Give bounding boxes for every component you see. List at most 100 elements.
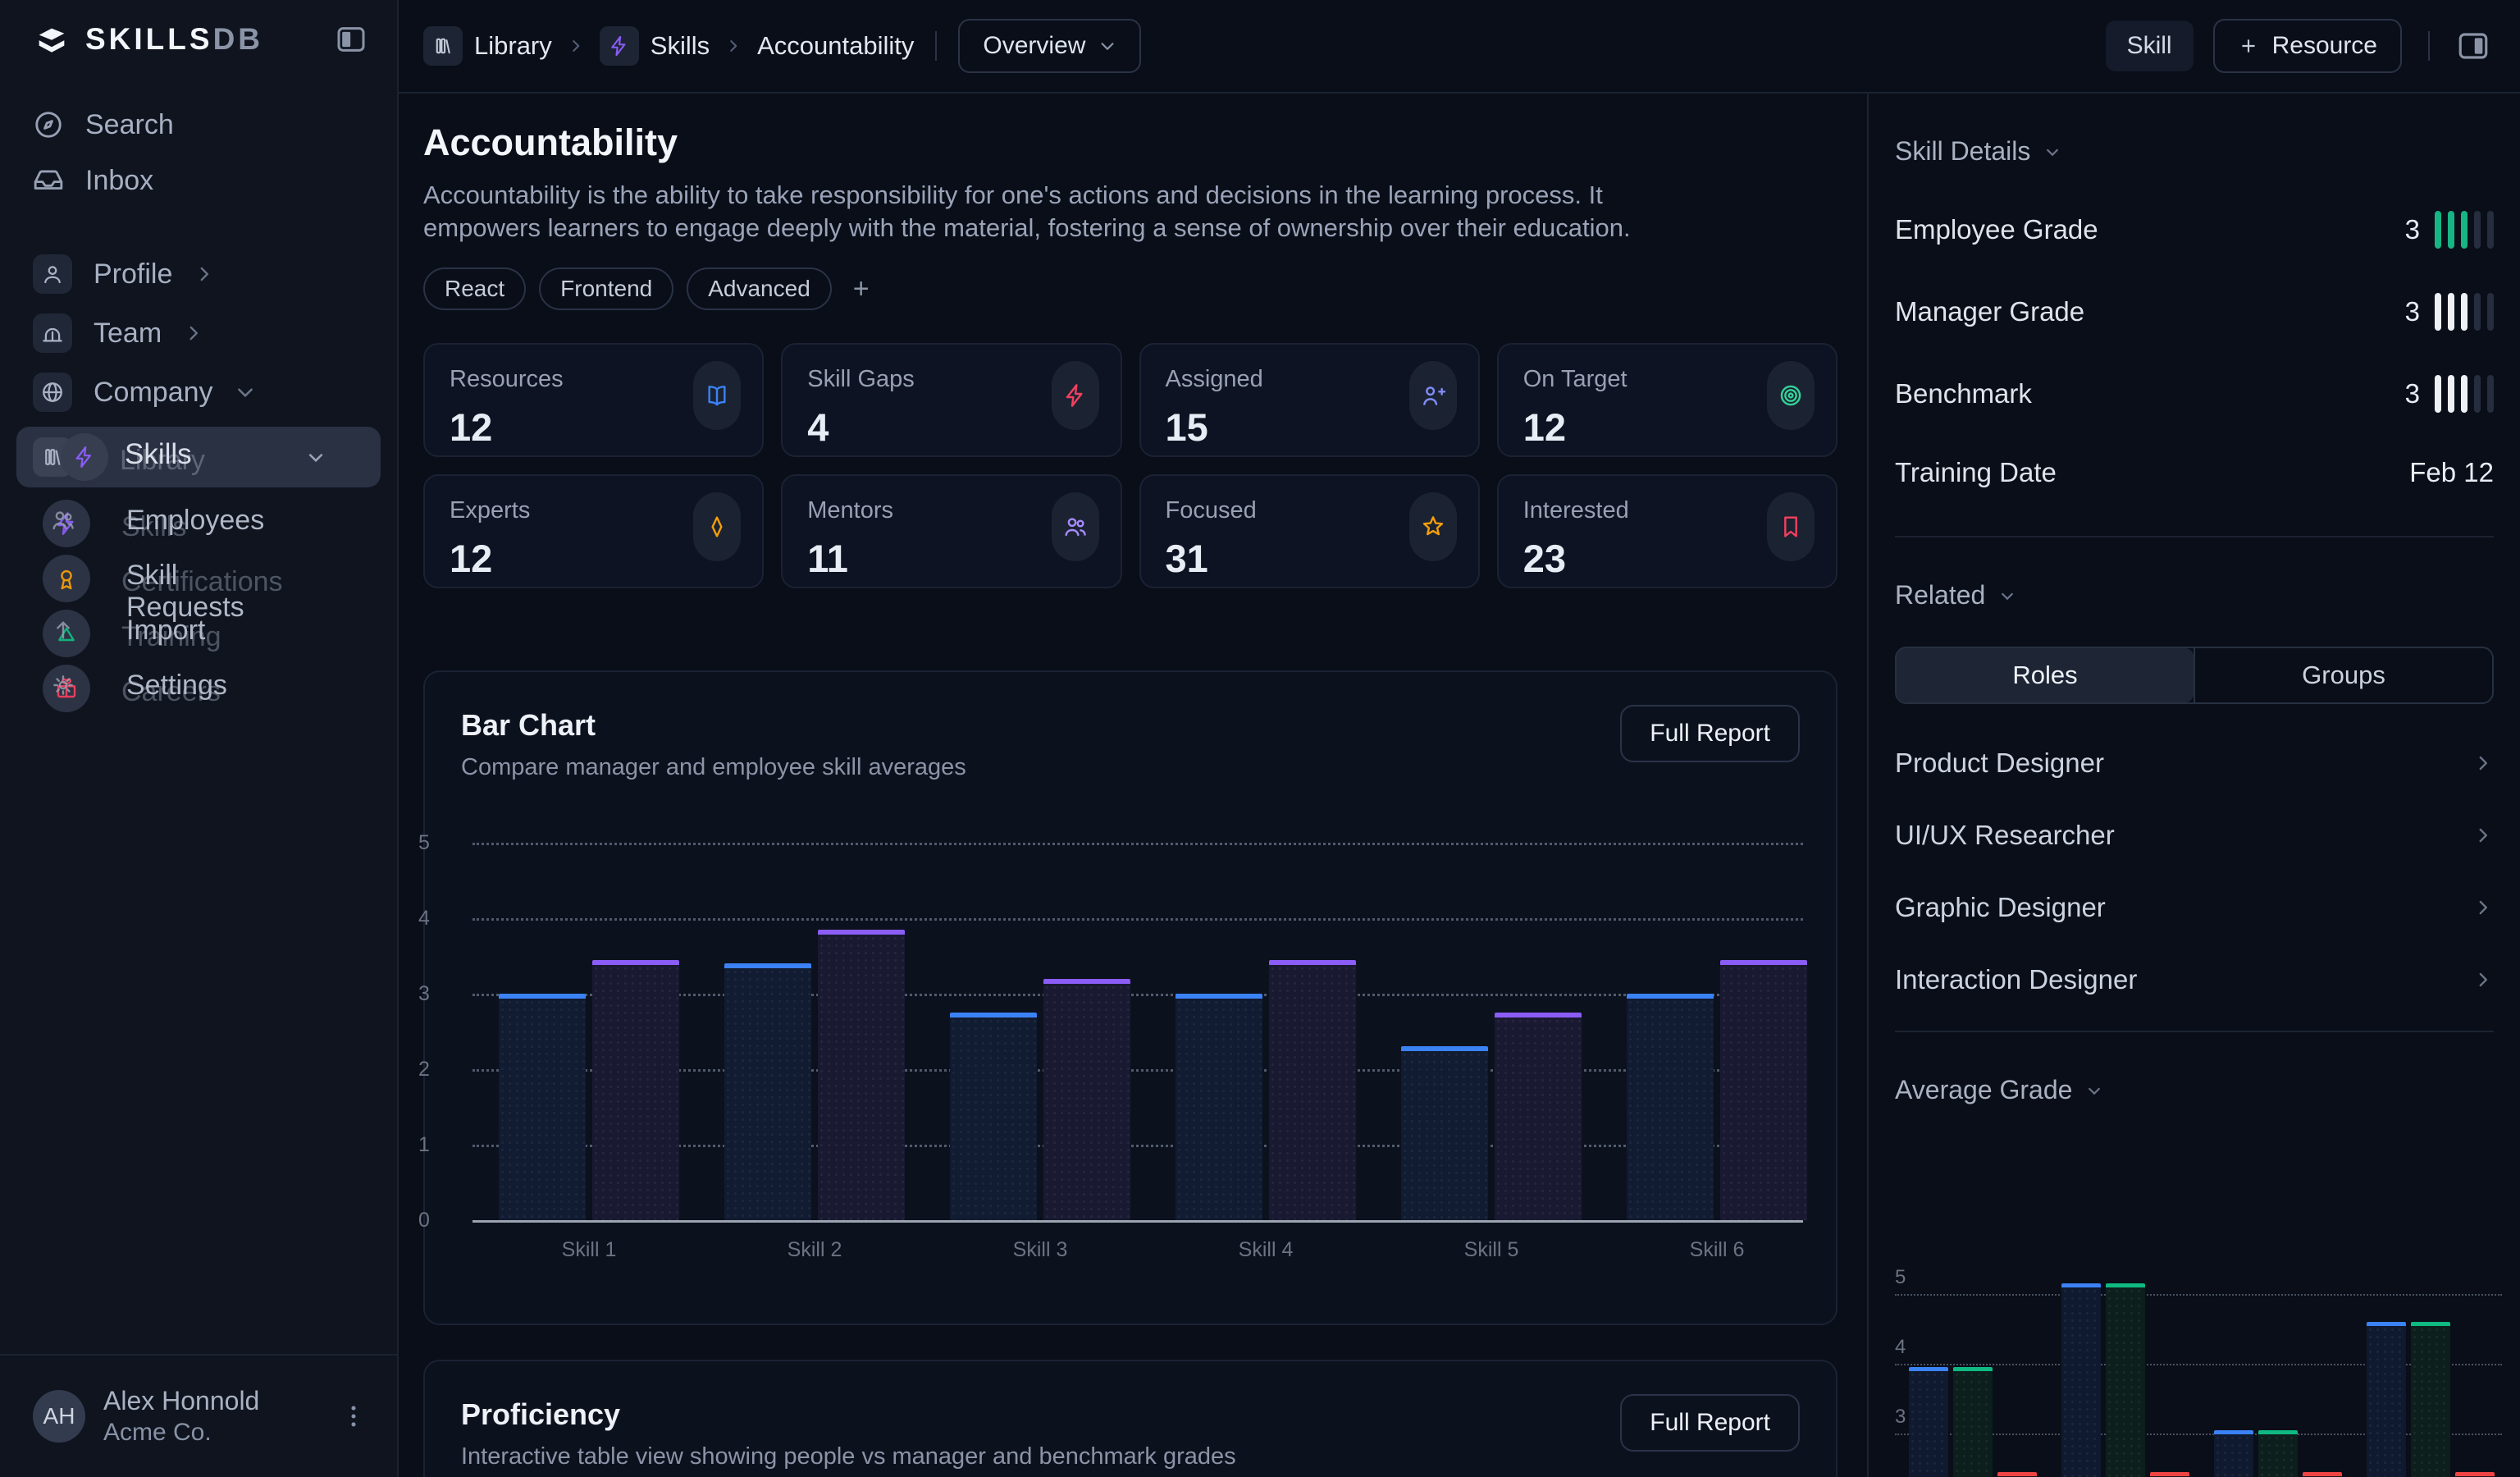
bar-manager	[592, 960, 679, 1220]
bar-manager	[1043, 979, 1130, 1220]
sidebar-item-team[interactable]: Team	[0, 304, 397, 363]
average-grade-chart: 12345	[1895, 1152, 2502, 1477]
grade-meter	[2435, 375, 2494, 413]
x-axis-label: Skill 1	[499, 1238, 679, 1262]
bar-employee	[1176, 994, 1262, 1220]
bar-chart-card: Bar Chart Compare manager and employee s…	[423, 670, 1838, 1325]
divider	[2428, 31, 2430, 61]
bar-employee	[1401, 1046, 1488, 1220]
y-axis-label: 0	[418, 1209, 456, 1232]
gridline	[472, 843, 1803, 845]
average-grade-header[interactable]: Average Grade	[1895, 1032, 2494, 1105]
sidebar-collapse-icon[interactable]	[335, 23, 368, 56]
grade-meter	[2435, 211, 2494, 249]
skill-details-header[interactable]: Skill Details	[1895, 94, 2494, 167]
stat-card-resources: Resources12	[423, 343, 764, 457]
x-axis-line	[472, 1220, 1803, 1223]
arch-icon	[33, 313, 72, 353]
breadcrumb-item-skills[interactable]: Skills	[600, 26, 710, 66]
user-name: Alex Honnold	[103, 1384, 259, 1417]
role-item-ui-ux-researcher[interactable]: UI/UX Researcher	[1895, 799, 2494, 871]
sidebar-item-employees[interactable]: SkillsEmployees	[0, 496, 397, 551]
bar-employee	[950, 1013, 1037, 1220]
add-resource-button[interactable]: Resource	[2213, 19, 2402, 73]
bar-green	[2106, 1283, 2145, 1477]
tab-groups[interactable]: Groups	[2194, 648, 2492, 702]
users-icon	[1052, 492, 1099, 561]
sidebar: SKILLSDB SearchInbox ProfileTeamCompany …	[0, 0, 399, 1477]
right-panel-toggle-icon[interactable]	[2456, 29, 2490, 63]
detail-label: Manager Grade	[1895, 296, 2084, 327]
topbar-actions: Skill Resource	[2106, 19, 2490, 73]
stat-card-focused: Focused31	[1139, 474, 1480, 588]
bar-employee	[724, 963, 811, 1220]
right-panel: Skill Details Employee Grade3Manager Gra…	[1867, 94, 2520, 1477]
brand-logo-icon	[33, 21, 71, 58]
sidebar-item-import[interactable]: TrainingImport	[0, 606, 397, 661]
y-axis-label: 4	[1895, 1336, 1906, 1359]
x-axis-label: Skill 5	[1401, 1238, 1582, 1262]
books-icon	[423, 26, 463, 66]
full-report-button[interactable]: Full Report	[1620, 1394, 1800, 1452]
sidebar-item-skill-requests[interactable]: CertificationsSkill Requests	[0, 551, 397, 606]
view-dropdown[interactable]: Overview	[958, 19, 1141, 73]
role-item-product-designer[interactable]: Product Designer	[1895, 727, 2494, 799]
sidebar-item-profile[interactable]: Profile	[0, 245, 397, 304]
sidebar-label-new: Settings	[126, 670, 227, 702]
related-tabs: RolesGroups	[1895, 647, 2494, 704]
chevron-right-icon	[567, 37, 585, 55]
detail-value: Feb 12	[2409, 457, 2494, 488]
y-axis-label: 5	[418, 831, 456, 855]
role-label: Product Designer	[1895, 748, 2104, 779]
sidebar-item-inbox[interactable]: Inbox	[0, 153, 397, 208]
view-dropdown-label: Overview	[983, 32, 1085, 60]
stat-card-skill-gaps: Skill Gaps4	[781, 343, 1121, 457]
bar-manager	[1269, 960, 1356, 1220]
related-header[interactable]: Related	[1895, 537, 2494, 610]
tag-advanced[interactable]: Advanced	[687, 268, 832, 310]
bar-employee	[1627, 994, 1714, 1220]
tab-roles[interactable]: Roles	[1897, 648, 2194, 702]
users-icon	[50, 507, 76, 533]
related-title: Related	[1895, 580, 1985, 610]
detail-label: Training Date	[1895, 457, 2057, 488]
breadcrumb-item-library[interactable]: Library	[423, 26, 552, 66]
sidebar-selected-labels: Library Skills	[120, 438, 300, 476]
role-item-interaction-designer[interactable]: Interaction Designer	[1895, 944, 2494, 1016]
tag-row: React Frontend Advanced +	[423, 268, 1838, 310]
sidebar-item-label: Company	[94, 377, 213, 409]
tag-frontend[interactable]: Frontend	[539, 268, 673, 310]
full-report-button[interactable]: Full Report	[1620, 705, 1800, 762]
stat-card-assigned: Assigned15	[1139, 343, 1480, 457]
detail-value-group: Feb 12	[2409, 457, 2494, 488]
sidebar-item-skills-selected[interactable]: Library Skills	[16, 427, 381, 487]
book-open-icon	[693, 361, 741, 430]
sidebar-item-search[interactable]: Search	[0, 97, 397, 153]
star-icon	[1409, 492, 1457, 561]
role-label: Interaction Designer	[1895, 964, 2137, 995]
bar-red	[2303, 1472, 2342, 1477]
skill-button[interactable]: Skill	[2106, 21, 2194, 71]
bar-blue	[2367, 1322, 2406, 1477]
add-tag-button[interactable]: +	[853, 273, 870, 305]
tag-react[interactable]: React	[423, 268, 526, 310]
chevron-right-icon	[2472, 897, 2494, 918]
sidebar-item-company[interactable]: Company	[0, 363, 397, 422]
role-item-graphic-designer[interactable]: Graphic Designer	[1895, 871, 2494, 944]
chevron-down-icon	[1998, 587, 2016, 605]
sidebar-subitem-icon	[43, 555, 90, 602]
y-axis-label: 3	[418, 982, 456, 1006]
kebab-menu-icon[interactable]	[340, 1402, 368, 1430]
medal-icon	[53, 565, 80, 592]
arrow-up-icon	[50, 617, 76, 643]
user-footer[interactable]: AH Alex Honnold Acme Co.	[0, 1354, 397, 1477]
page-description: Accountability is the ability to take re…	[423, 179, 1646, 245]
detail-row-benchmark: Benchmark3	[1895, 375, 2494, 413]
sidebar-item-settings[interactable]: CareersSettings	[0, 661, 397, 716]
breadcrumb-item-accountability: Accountability	[757, 31, 914, 61]
detail-value: 3	[2405, 296, 2420, 327]
sidebar-subitem-icon	[43, 610, 90, 657]
stat-card-experts: Experts12	[423, 474, 764, 588]
chevron-right-icon	[2472, 825, 2494, 846]
sidebar-label-new: Import	[126, 615, 205, 647]
